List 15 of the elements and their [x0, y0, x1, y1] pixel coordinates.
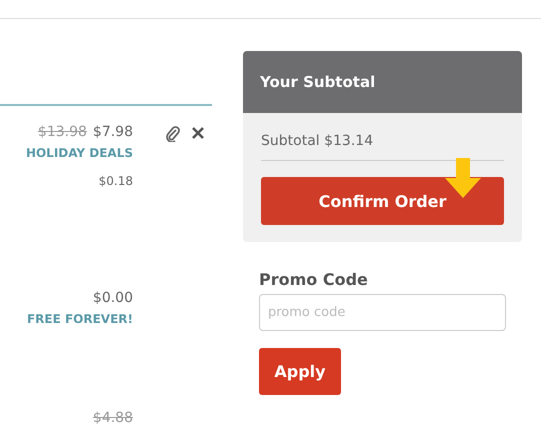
arrow-down-icon — [445, 158, 481, 198]
panel-title: Your Subtotal — [243, 51, 522, 113]
apply-button[interactable]: Apply — [259, 348, 341, 395]
old-price: $13.98 — [38, 124, 87, 140]
deal-label: HOLIDAY DEALS — [26, 146, 133, 160]
promo-label: Promo Code — [259, 270, 369, 289]
fee-price: $0.18 — [98, 174, 133, 188]
promo-code-field[interactable]: promo code — [259, 294, 506, 331]
price: $0.00 — [92, 290, 133, 306]
paperclip-icon[interactable] — [165, 126, 181, 142]
deal-label: FREE FOREVER! — [26, 312, 133, 326]
close-icon[interactable] — [191, 126, 205, 140]
confirm-order-button[interactable]: Confirm Order — [261, 177, 504, 225]
price: $7.98 — [92, 124, 133, 140]
old-price: $4.88 — [92, 410, 133, 426]
